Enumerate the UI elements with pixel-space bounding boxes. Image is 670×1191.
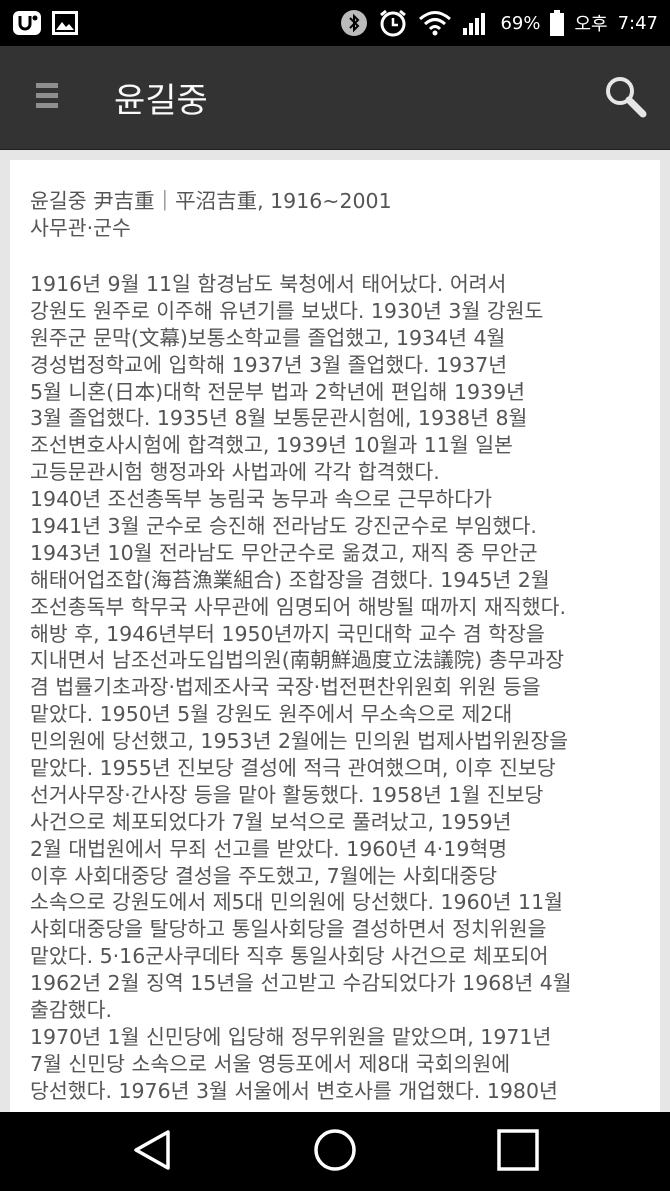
- battery-percent: 69%: [500, 12, 541, 34]
- status-ampm: 오후: [574, 14, 608, 35]
- entry-body-line: 2월 대법원에서 무죄 선고를 받았다. 1960년 4·19혁명: [30, 836, 508, 861]
- status-right: 69% 오후 7:47: [340, 8, 658, 38]
- search-button[interactable]: [580, 46, 670, 150]
- entry-body-line: 지내면서 남조선과도입법의원(南朝鮮過度立法議院) 총무과장: [30, 648, 565, 673]
- back-button[interactable]: [112, 1112, 192, 1191]
- search-icon: [603, 74, 647, 122]
- entry-card: 윤길중 尹吉重｜平沼吉重, 1916~2001 사무관·군수 1916년 9월 …: [10, 160, 660, 1112]
- bluetooth-icon: [340, 9, 368, 37]
- wifi-icon: [418, 10, 452, 36]
- navigation-bar: [0, 1112, 670, 1191]
- recents-button[interactable]: [478, 1112, 558, 1191]
- entry-body-line: 소속으로 강원도에서 제5대 민의원에 당선했다. 1960년 11월: [30, 890, 563, 915]
- entry-body-line: 당선했다. 1976년 3월 서울에서 변호사를 개업했다. 1980년: [30, 1078, 558, 1103]
- entry-body-line: 원주군 문막(文幕)보통소학교를 졸업했고, 1934년 4월: [30, 325, 506, 350]
- page-title: 윤길중: [114, 81, 208, 121]
- entry-body-line: 경성법정학교에 입학해 1937년 3월 졸업했다. 1937년: [30, 352, 508, 377]
- home-circle-icon: [313, 1128, 357, 1176]
- entry-occupation-line: 사무관·군수: [30, 216, 131, 240]
- entry-body-line: 출감했다.: [30, 998, 112, 1023]
- entry-body-line: 맡았다. 5·16군사쿠데타 직후 통일사회당 사건으로 체포되어: [30, 944, 549, 969]
- menu-button[interactable]: [0, 46, 94, 150]
- entry-body-line: 이후 사회대중당 결성을 주도했고, 7월에는 사회대중당: [30, 863, 498, 888]
- entry-body-line: 민의원에 당선했고, 1953년 2월에는 민의원 법제사법위원장을: [30, 729, 569, 754]
- entry-body-line: 맡았다. 1950년 5월 강원도 원주에서 무소속으로 제2대: [30, 702, 513, 727]
- gallery-notification-icon: [52, 11, 78, 35]
- entry-body-line: 해방 후, 1946년부터 1950년까지 국민대학 교수 겸 학장을: [30, 621, 545, 646]
- entry-body: 1916년 9월 11일 함경남도 북청에서 태어났다. 어려서 강원도 원주로 …: [30, 271, 640, 1105]
- entry-body-line: 고등문관시험 행정과와 사법과에 각각 합격했다.: [30, 460, 440, 485]
- recents-square-icon: [497, 1128, 540, 1175]
- entry-body-line: 조선총독부 학무국 사무관에 임명되어 해방될 때까지 재직했다.: [30, 594, 566, 619]
- entry-body-line: 7월 신민당 소속으로 서울 영등포에서 제8대 국회의원에: [30, 1051, 511, 1076]
- status-bar: 69% 오후 7:47: [0, 0, 670, 46]
- entry-body-line: 겸 법률기초과장·법제조사국 국장·법전편찬위원회 위원 등을: [30, 675, 541, 700]
- hamburger-menu-icon: [36, 81, 58, 115]
- entry-header: 윤길중 尹吉重｜平沼吉重, 1916~2001 사무관·군수: [30, 188, 640, 242]
- back-triangle-icon: [132, 1129, 172, 1175]
- entry-body-line: 1970년 1월 신민당에 입당해 정무위원을 맡았으며, 1971년: [30, 1024, 552, 1049]
- content-area[interactable]: 윤길중 尹吉重｜平沼吉重, 1916~2001 사무관·군수 1916년 9월 …: [0, 150, 670, 1112]
- entry-body-line: 맡았다. 1955년 진보당 결성에 적극 관여했으며, 이후 진보당: [30, 756, 556, 781]
- entry-body-line: 5월 니혼(日本)대학 전문부 법과 2학년에 편입해 1939년: [30, 379, 525, 404]
- entry-body-line: 선거사무장·간사장 등을 맡아 활동했다. 1958년 1월 진보당: [30, 782, 544, 807]
- alarm-icon: [378, 8, 408, 38]
- entry-body-line: 강원도 원주로 이주해 유년기를 보냈다. 1930년 3월 강원도: [30, 298, 544, 323]
- battery-icon: [550, 10, 565, 36]
- entry-body-line: 1941년 3월 군수로 승진해 전라남도 강진군수로 부임했다.: [30, 514, 537, 539]
- entry-name-line: 윤길중 尹吉重｜平沼吉重, 1916~2001: [30, 189, 392, 213]
- entry-body-line: 1943년 10월 전라남도 무안군수로 옮겼고, 재직 중 무안군: [30, 540, 538, 565]
- entry-body-line: 3월 졸업했다. 1935년 8월 보통문관시험에, 1938년 8월: [30, 406, 528, 431]
- app-bar: 윤길중: [0, 46, 670, 150]
- entry-body-line: 1916년 9월 11일 함경남도 북청에서 태어났다. 어려서: [30, 272, 507, 296]
- entry-body-line: 사회대중당을 탈당하고 통일사회당을 결성하면서 정치위원을: [30, 917, 547, 942]
- entry-body-line: 조선변호사시험에 합격했고, 1939년 10월과 11월 일본: [30, 433, 513, 458]
- entry-body-line: 1940년 조선총독부 농림국 농무과 속으로 근무하다가: [30, 487, 492, 512]
- entry-body-line: 1962년 2월 징역 15년을 선고받고 수감되었다가 1968년 4월: [30, 971, 572, 996]
- home-button[interactable]: [295, 1112, 375, 1191]
- status-time: 7:47: [617, 12, 658, 34]
- entry-body-line: 사건으로 체포되었다가 7월 보석으로 풀려났고, 1959년: [30, 809, 512, 834]
- signal-strength-icon: [462, 10, 490, 36]
- entry-body-line: 해태어업조합(海苔漁業組合) 조합장을 겸했다. 1945년 2월: [30, 567, 550, 592]
- uplus-app-icon: [12, 10, 42, 36]
- status-left: [12, 10, 78, 36]
